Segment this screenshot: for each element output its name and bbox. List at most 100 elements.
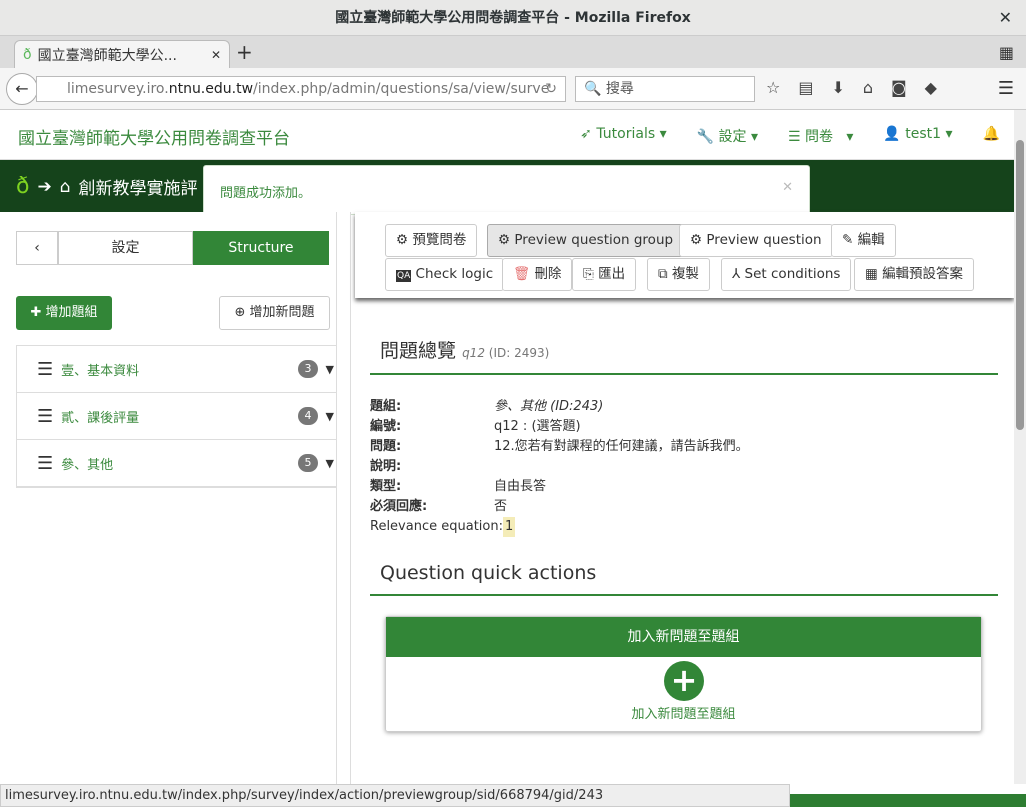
info-row: 必須回應: 否: [370, 497, 998, 517]
caret-down-icon[interactable]: ▼: [326, 363, 334, 376]
plus-circle-icon[interactable]: +: [664, 661, 704, 701]
edit-button[interactable]: ✎ 編輯: [831, 224, 896, 257]
drag-handle-icon[interactable]: ☰: [37, 453, 53, 474]
question-id: (ID: 2493): [488, 346, 550, 360]
user-label: test1: [905, 126, 942, 142]
info-value: 參、其他 (ID:243): [494, 399, 604, 414]
footer-strip: [790, 794, 1026, 807]
preview-survey-button[interactable]: ⚙ 預覽問卷: [385, 224, 478, 257]
url-bar[interactable]: ⓘ limesurvey.iro.ntnu.edu.tw/index.php/ad…: [36, 76, 566, 102]
label: 刪除: [534, 266, 562, 282]
label: 匯出: [598, 266, 626, 282]
export-icon: ⎘: [583, 266, 594, 282]
search-placeholder: 搜尋: [605, 81, 634, 97]
tab-settings[interactable]: 設定: [58, 231, 193, 265]
breadcrumb-survey[interactable]: 創新教學實施評: [79, 174, 198, 199]
user-menu[interactable]: 👤 test1 ▾: [883, 126, 952, 146]
new-tab-icon[interactable]: +: [236, 40, 253, 64]
export-button[interactable]: ⎘ 匯出: [572, 258, 637, 291]
list-item[interactable]: ☰ 壹、基本資料 3 ▼: [17, 346, 336, 393]
list-item[interactable]: ☰ 貳、課後評量 4 ▼: [17, 393, 336, 440]
collapse-sidebar-button[interactable]: ‹: [16, 231, 58, 265]
close-alert-icon[interactable]: ✕: [782, 180, 793, 195]
add-question-panel[interactable]: 加入新問題至題組 + 加入新問題至題組: [385, 616, 982, 732]
group-list: ☰ 壹、基本資料 3 ▼ ☰ 貳、課後評量 4 ▼ ☰ 參、其他 5 ▼: [16, 345, 337, 488]
close-tab-icon[interactable]: ✕: [211, 48, 221, 62]
label: 複製: [671, 266, 699, 282]
label: Set conditions: [744, 266, 841, 282]
surveys-menu[interactable]: ☰ 問卷 ▾: [788, 126, 853, 146]
info-key: 類型:: [370, 479, 402, 494]
add-question-label: 增加新問題: [249, 305, 315, 320]
sidebar-resize-handle[interactable]: [337, 212, 351, 784]
drag-handle-icon[interactable]: ☰: [37, 359, 53, 380]
info-key: 題組:: [370, 399, 402, 414]
reader-icon[interactable]: ▤: [798, 78, 813, 97]
close-window-icon[interactable]: ✕: [999, 0, 1012, 36]
info-icon[interactable]: ⓘ: [45, 99, 58, 101]
info-value: q12 : (選答題): [494, 419, 581, 434]
url-prefix: limesurvey.iro.: [67, 81, 169, 97]
home-icon[interactable]: ⌂: [60, 177, 71, 197]
scrollbar-thumb[interactable]: [1016, 140, 1024, 430]
relevance-value: 1: [502, 517, 516, 537]
app-header: 國立臺灣師範大學公用問卷調查平台 ➶ Tutorials ▾ 🔧 設定 ▾ ☰ …: [0, 110, 1014, 160]
caret-down-icon[interactable]: ▼: [326, 410, 334, 423]
question-toolbar: ⚙ 預覽問卷 ⚙ Preview question group ⚙ Previe…: [355, 212, 1014, 298]
add-group-button[interactable]: ✚ 增加題組: [16, 296, 112, 330]
success-alert: 問題成功添加。 ✕: [203, 165, 810, 215]
list-item[interactable]: ☰ 參、其他 5 ▼: [17, 440, 336, 487]
add-question-link[interactable]: 加入新問題至題組: [386, 703, 981, 722]
notifications-bell-icon[interactable]: 🔔: [983, 126, 1000, 146]
info-row: 編號: q12 : (選答題): [370, 417, 998, 437]
relevance-row: Relevance equation: 1: [370, 517, 998, 537]
window-title: 國立臺灣師範大學公用問卷調查平台 - Mozilla Firefox: [335, 10, 691, 26]
menu-icon[interactable]: ☰: [998, 78, 1014, 99]
label: 編輯預設答案: [882, 266, 964, 282]
set-conditions-button[interactable]: ⅄ Set conditions: [721, 258, 852, 291]
tutorials-menu[interactable]: ➶ Tutorials ▾: [580, 126, 666, 146]
tab-list-icon[interactable]: ▦: [999, 43, 1014, 62]
info-row: 說明:: [370, 457, 998, 477]
delete-button[interactable]: 🗑 刪除: [502, 258, 573, 291]
extension-icon[interactable]: ◆: [925, 78, 937, 97]
info-value: 12.您若有對課程的任何建議，請告訴我們。: [494, 439, 749, 454]
settings-label: 設定: [718, 129, 747, 145]
group-label[interactable]: 壹、基本資料: [61, 360, 139, 379]
group-label[interactable]: 參、其他: [61, 454, 113, 473]
download-icon[interactable]: ⬇: [831, 78, 844, 97]
copy-button[interactable]: ⧉ 複製: [647, 258, 710, 291]
label: Preview question: [706, 232, 822, 248]
back-icon[interactable]: ←: [6, 73, 38, 105]
info-key: 說明:: [370, 459, 402, 474]
caret-down-icon[interactable]: ▼: [326, 457, 334, 470]
browser-tab[interactable]: ð 國立臺灣師範大學公... ✕: [14, 40, 230, 68]
pocket-icon[interactable]: ◙: [891, 78, 907, 97]
tab-structure[interactable]: Structure: [193, 231, 329, 265]
count-badge: 5: [298, 454, 318, 472]
check-logic-button[interactable]: QA Check logic: [385, 258, 505, 291]
bookmark-star-icon[interactable]: ☆: [766, 78, 780, 97]
nav-bar: ← ⓘ limesurvey.iro.ntnu.edu.tw/index.php/…: [0, 68, 1026, 110]
page-scrollbar[interactable]: [1014, 110, 1026, 784]
preview-question-button[interactable]: ⚙ Preview question: [679, 224, 833, 257]
brand-link[interactable]: 國立臺灣師範大學公用問卷調查平台: [18, 124, 290, 149]
settings-menu[interactable]: 🔧 設定 ▾: [697, 126, 758, 146]
overview-title: 問題總覽: [380, 340, 457, 362]
label: 編輯: [857, 232, 885, 248]
home-icon[interactable]: ⌂: [863, 78, 873, 97]
reload-icon[interactable]: ↻: [545, 77, 557, 101]
copy-icon: ⧉: [658, 266, 668, 282]
panel-title: 加入新問題至題組: [386, 617, 981, 657]
group-label[interactable]: 貳、課後評量: [61, 407, 139, 426]
search-input[interactable]: 🔍 搜尋: [575, 76, 755, 102]
surveys-label: 問卷: [805, 129, 833, 145]
tab-title: 國立臺灣師範大學公...: [37, 47, 177, 64]
info-value: 自由長答: [494, 479, 547, 494]
drag-handle-icon[interactable]: ☰: [37, 406, 53, 427]
status-bar: limesurvey.iro.ntnu.edu.tw/index.php/sur…: [0, 784, 790, 807]
edit-defaults-button[interactable]: ▦ 編輯預設答案: [854, 258, 975, 291]
window-titlebar: 國立臺灣師範大學公用問卷調查平台 - Mozilla Firefox ✕: [0, 0, 1026, 36]
add-question-button[interactable]: ⊕ 增加新問題: [219, 296, 330, 330]
preview-group-button[interactable]: ⚙ Preview question group: [487, 224, 685, 257]
